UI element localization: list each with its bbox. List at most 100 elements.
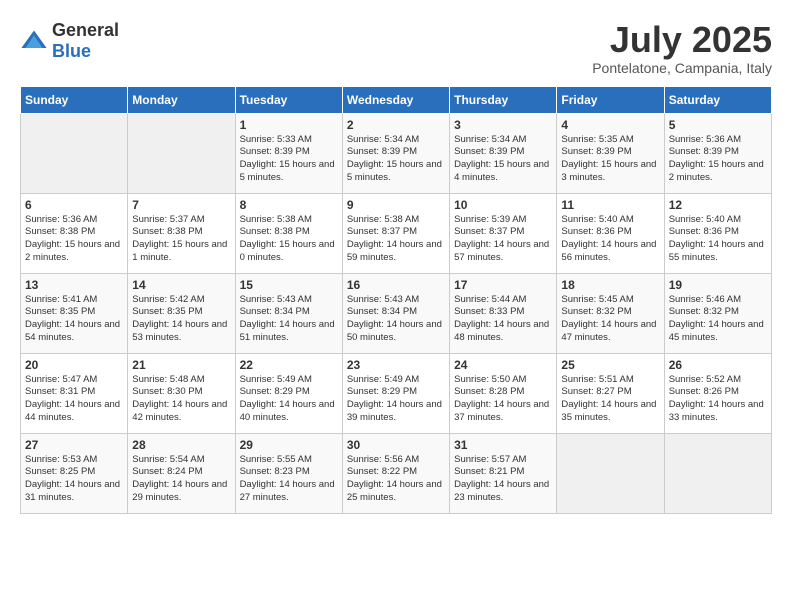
- day-number: 21: [132, 358, 230, 372]
- cell-info: Sunrise: 5:38 AMSunset: 8:38 PMDaylight:…: [240, 214, 338, 265]
- cell-info: Sunrise: 5:34 AMSunset: 8:39 PMDaylight:…: [347, 134, 445, 185]
- cell-info: Sunrise: 5:43 AMSunset: 8:34 PMDaylight:…: [240, 294, 338, 345]
- day-number: 9: [347, 198, 445, 212]
- page-header: General Blue July 2025 Pontelatone, Camp…: [20, 20, 772, 76]
- day-number: 24: [454, 358, 552, 372]
- location-subtitle: Pontelatone, Campania, Italy: [592, 60, 772, 76]
- calendar-cell: 26Sunrise: 5:52 AMSunset: 8:26 PMDayligh…: [664, 353, 771, 433]
- day-number: 5: [669, 118, 767, 132]
- cell-info: Sunrise: 5:36 AMSunset: 8:38 PMDaylight:…: [25, 214, 123, 265]
- cell-info: Sunrise: 5:49 AMSunset: 8:29 PMDaylight:…: [240, 374, 338, 425]
- calendar-cell: 30Sunrise: 5:56 AMSunset: 8:22 PMDayligh…: [342, 433, 449, 513]
- cell-info: Sunrise: 5:52 AMSunset: 8:26 PMDaylight:…: [669, 374, 767, 425]
- cell-info: Sunrise: 5:40 AMSunset: 8:36 PMDaylight:…: [561, 214, 659, 265]
- calendar-cell: [664, 433, 771, 513]
- day-number: 6: [25, 198, 123, 212]
- calendar-body: 1 Sunrise: 5:33 AMSunset: 8:39 PMDaylight…: [21, 113, 772, 513]
- day-number: 1: [240, 118, 338, 132]
- logo-text: General Blue: [52, 20, 119, 62]
- logo-general: General: [52, 20, 119, 40]
- day-number: 15: [240, 278, 338, 292]
- calendar-cell: 11Sunrise: 5:40 AMSunset: 8:36 PMDayligh…: [557, 193, 664, 273]
- calendar-cell: 3Sunrise: 5:34 AMSunset: 8:39 PMDaylight…: [450, 113, 557, 193]
- week-row-5: 27 Sunrise: 5:53 AMSunset: 8:25 PMDayligh…: [21, 433, 772, 513]
- day-number: 20: [25, 358, 123, 372]
- calendar-header: SundayMondayTuesdayWednesdayThursdayFrid…: [21, 86, 772, 113]
- calendar-cell: 4Sunrise: 5:35 AMSunset: 8:39 PMDaylight…: [557, 113, 664, 193]
- calendar-cell: 6 Sunrise: 5:36 AMSunset: 8:38 PMDaylight…: [21, 193, 128, 273]
- day-number: 23: [347, 358, 445, 372]
- calendar-cell: 27 Sunrise: 5:53 AMSunset: 8:25 PMDayligh…: [21, 433, 128, 513]
- calendar-cell: 13 Sunrise: 5:41 AMSunset: 8:35 PMDayligh…: [21, 273, 128, 353]
- day-number: 13: [25, 278, 123, 292]
- cell-info: Sunrise: 5:35 AMSunset: 8:39 PMDaylight:…: [561, 134, 659, 185]
- header-day-sunday: Sunday: [21, 86, 128, 113]
- calendar-cell: 8Sunrise: 5:38 AMSunset: 8:38 PMDaylight…: [235, 193, 342, 273]
- week-row-2: 6 Sunrise: 5:36 AMSunset: 8:38 PMDaylight…: [21, 193, 772, 273]
- week-row-4: 20 Sunrise: 5:47 AMSunset: 8:31 PMDayligh…: [21, 353, 772, 433]
- calendar-cell: 7 Sunrise: 5:37 AMSunset: 8:38 PMDaylight…: [128, 193, 235, 273]
- calendar-cell: 20 Sunrise: 5:47 AMSunset: 8:31 PMDayligh…: [21, 353, 128, 433]
- day-number: 16: [347, 278, 445, 292]
- calendar-table: SundayMondayTuesdayWednesdayThursdayFrid…: [20, 86, 772, 514]
- cell-info: Sunrise: 5:49 AMSunset: 8:29 PMDaylight:…: [347, 374, 445, 425]
- calendar-cell: 19Sunrise: 5:46 AMSunset: 8:32 PMDayligh…: [664, 273, 771, 353]
- week-row-3: 13 Sunrise: 5:41 AMSunset: 8:35 PMDayligh…: [21, 273, 772, 353]
- day-number: 25: [561, 358, 659, 372]
- cell-info: Sunrise: 5:36 AMSunset: 8:39 PMDaylight:…: [669, 134, 767, 185]
- header-row: SundayMondayTuesdayWednesdayThursdayFrid…: [21, 86, 772, 113]
- calendar-cell: 2 Sunrise: 5:34 AMSunset: 8:39 PMDaylight…: [342, 113, 449, 193]
- day-number: 12: [669, 198, 767, 212]
- calendar-cell: 29 Sunrise: 5:55 AMSunset: 8:23 PMDayligh…: [235, 433, 342, 513]
- month-title: July 2025: [592, 20, 772, 60]
- day-number: 2: [347, 118, 445, 132]
- day-number: 31: [454, 438, 552, 452]
- day-number: 28: [132, 438, 230, 452]
- logo-blue: Blue: [52, 41, 91, 61]
- logo-icon: [20, 27, 48, 55]
- calendar-cell: 9Sunrise: 5:38 AMSunset: 8:37 PMDaylight…: [342, 193, 449, 273]
- cell-info: Sunrise: 5:51 AMSunset: 8:27 PMDaylight:…: [561, 374, 659, 425]
- cell-info: Sunrise: 5:37 AMSunset: 8:38 PMDaylight:…: [132, 214, 230, 265]
- calendar-cell: 12 Sunrise: 5:40 AMSunset: 8:36 PMDayligh…: [664, 193, 771, 273]
- calendar-cell: 21 Sunrise: 5:48 AMSunset: 8:30 PMDayligh…: [128, 353, 235, 433]
- calendar-cell: [557, 433, 664, 513]
- cell-info: Sunrise: 5:34 AMSunset: 8:39 PMDaylight:…: [454, 134, 552, 185]
- day-number: 27: [25, 438, 123, 452]
- cell-info: Sunrise: 5:53 AMSunset: 8:25 PMDaylight:…: [25, 454, 123, 505]
- header-day-friday: Friday: [557, 86, 664, 113]
- cell-info: Sunrise: 5:55 AMSunset: 8:23 PMDaylight:…: [240, 454, 338, 505]
- cell-info: Sunrise: 5:33 AMSunset: 8:39 PMDaylight:…: [240, 134, 338, 185]
- cell-info: Sunrise: 5:50 AMSunset: 8:28 PMDaylight:…: [454, 374, 552, 425]
- day-number: 18: [561, 278, 659, 292]
- cell-info: Sunrise: 5:44 AMSunset: 8:33 PMDaylight:…: [454, 294, 552, 345]
- cell-info: Sunrise: 5:54 AMSunset: 8:24 PMDaylight:…: [132, 454, 230, 505]
- calendar-cell: 24 Sunrise: 5:50 AMSunset: 8:28 PMDayligh…: [450, 353, 557, 433]
- header-day-monday: Monday: [128, 86, 235, 113]
- title-block: July 2025 Pontelatone, Campania, Italy: [592, 20, 772, 76]
- cell-info: Sunrise: 5:42 AMSunset: 8:35 PMDaylight:…: [132, 294, 230, 345]
- calendar-cell: 18Sunrise: 5:45 AMSunset: 8:32 PMDayligh…: [557, 273, 664, 353]
- calendar-cell: 16 Sunrise: 5:43 AMSunset: 8:34 PMDayligh…: [342, 273, 449, 353]
- header-day-thursday: Thursday: [450, 86, 557, 113]
- header-day-saturday: Saturday: [664, 86, 771, 113]
- cell-info: Sunrise: 5:48 AMSunset: 8:30 PMDaylight:…: [132, 374, 230, 425]
- calendar-cell: 10Sunrise: 5:39 AMSunset: 8:37 PMDayligh…: [450, 193, 557, 273]
- calendar-cell: [21, 113, 128, 193]
- day-number: 17: [454, 278, 552, 292]
- calendar-cell: 23 Sunrise: 5:49 AMSunset: 8:29 PMDayligh…: [342, 353, 449, 433]
- day-number: 30: [347, 438, 445, 452]
- day-number: 29: [240, 438, 338, 452]
- cell-info: Sunrise: 5:57 AMSunset: 8:21 PMDaylight:…: [454, 454, 552, 505]
- header-day-wednesday: Wednesday: [342, 86, 449, 113]
- calendar-cell: 15 Sunrise: 5:43 AMSunset: 8:34 PMDayligh…: [235, 273, 342, 353]
- cell-info: Sunrise: 5:43 AMSunset: 8:34 PMDaylight:…: [347, 294, 445, 345]
- cell-info: Sunrise: 5:47 AMSunset: 8:31 PMDaylight:…: [25, 374, 123, 425]
- calendar-cell: 17 Sunrise: 5:44 AMSunset: 8:33 PMDayligh…: [450, 273, 557, 353]
- calendar-cell: 31 Sunrise: 5:57 AMSunset: 8:21 PMDayligh…: [450, 433, 557, 513]
- cell-info: Sunrise: 5:40 AMSunset: 8:36 PMDaylight:…: [669, 214, 767, 265]
- cell-info: Sunrise: 5:41 AMSunset: 8:35 PMDaylight:…: [25, 294, 123, 345]
- day-number: 7: [132, 198, 230, 212]
- calendar-cell: 25 Sunrise: 5:51 AMSunset: 8:27 PMDayligh…: [557, 353, 664, 433]
- calendar-cell: 5 Sunrise: 5:36 AMSunset: 8:39 PMDaylight…: [664, 113, 771, 193]
